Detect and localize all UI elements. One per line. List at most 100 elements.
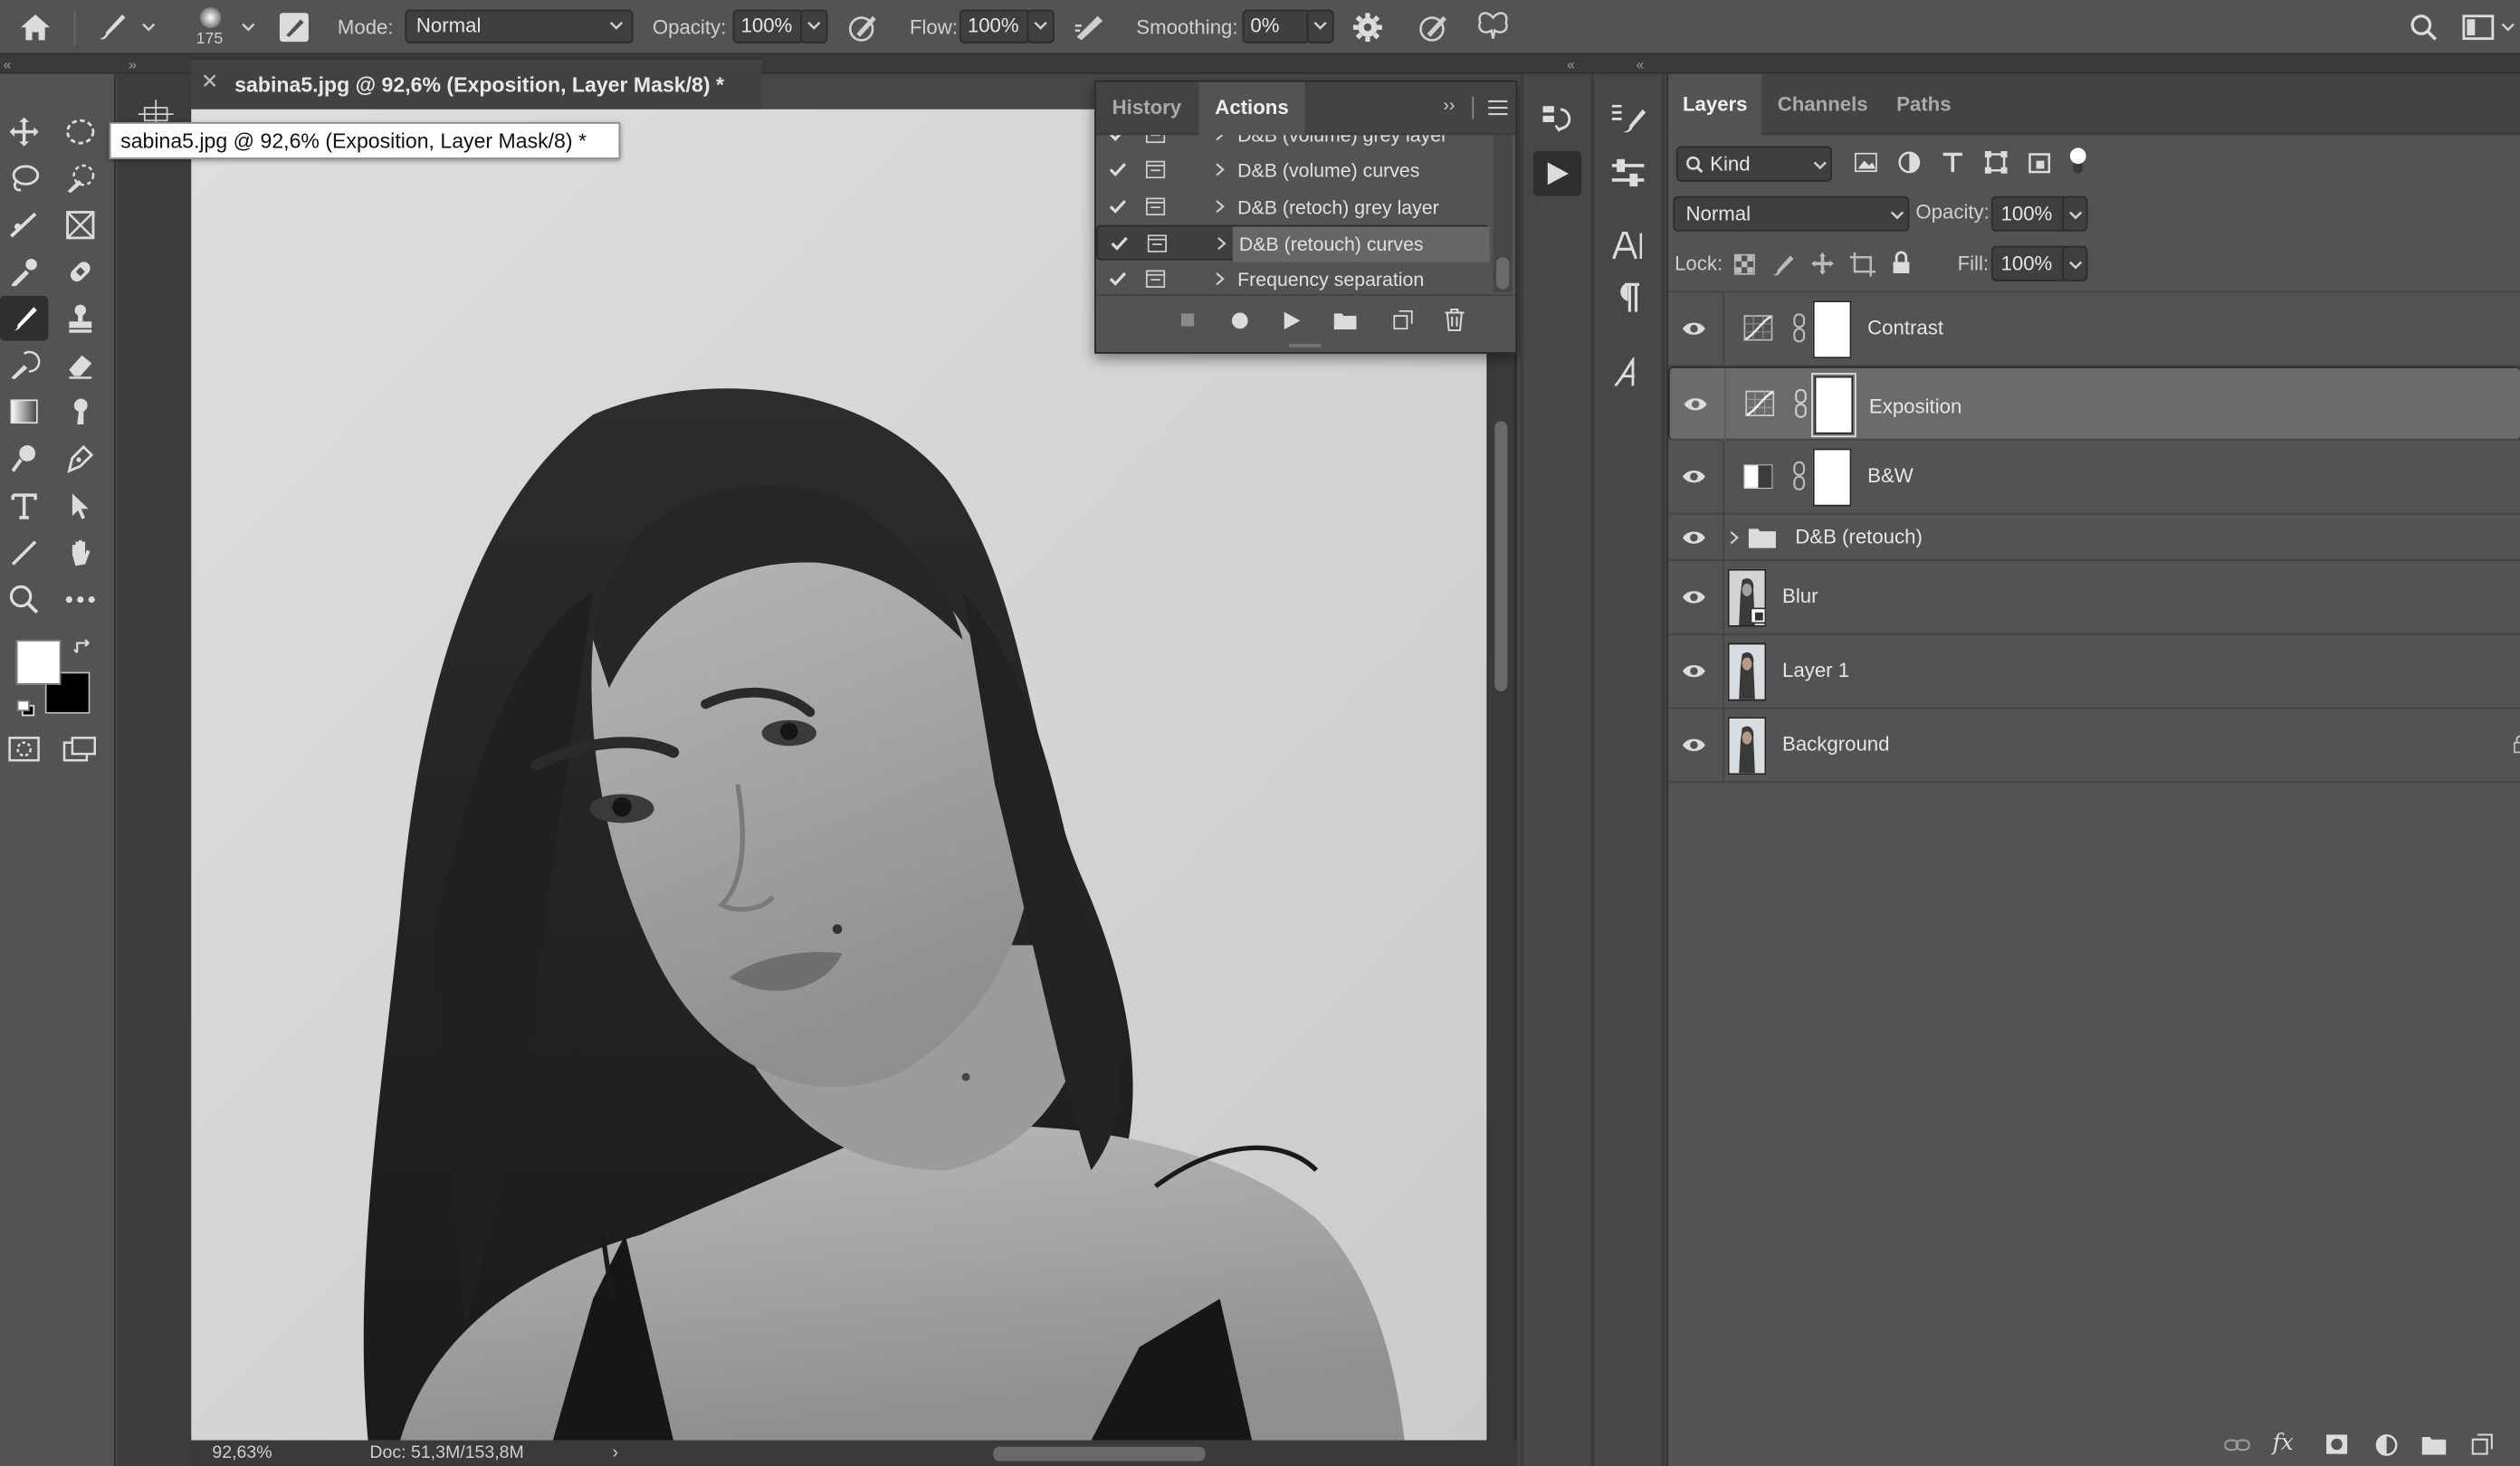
- chevron-right-icon[interactable]: [1217, 236, 1227, 251]
- action-row[interactable]: D&B (retoch) grey layer: [1096, 190, 1490, 225]
- filter-toggle-icon[interactable]: [2068, 147, 2087, 176]
- fill-input[interactable]: 100%: [1990, 245, 2069, 281]
- pen-tool-icon[interactable]: [56, 435, 104, 481]
- opacity-dropdown[interactable]: [800, 9, 828, 43]
- link-layers-icon[interactable]: [2224, 1437, 2250, 1453]
- opacity-input[interactable]: 100%: [732, 9, 804, 43]
- type-tool-icon[interactable]: [0, 484, 48, 529]
- new-group-icon[interactable]: [2421, 1435, 2447, 1455]
- brush-settings-icon[interactable]: [1604, 97, 1652, 142]
- check-icon[interactable]: [1109, 199, 1127, 214]
- more-tools-icon[interactable]: [56, 577, 104, 623]
- link-icon[interactable]: [1792, 313, 1807, 343]
- brush-settings-panel-icon[interactable]: [276, 10, 311, 45]
- glyphs-panel-icon[interactable]: [1604, 350, 1652, 395]
- layer-name[interactable]: B&W: [1867, 464, 1914, 487]
- chevron-down-icon[interactable]: [138, 19, 158, 35]
- line-tool-icon[interactable]: [0, 530, 48, 576]
- frame-tool-icon[interactable]: [56, 203, 104, 248]
- filter-type-icon[interactable]: [1942, 151, 1964, 174]
- link-icon[interactable]: [1792, 461, 1807, 490]
- actions-scroll-thumb[interactable]: [1495, 257, 1510, 290]
- action-row[interactable]: D&B (volume) grey layer: [1096, 135, 1490, 153]
- add-mask-icon[interactable]: [2325, 1433, 2348, 1454]
- move-tool-icon[interactable]: [0, 109, 48, 155]
- eyedropper-icon[interactable]: [0, 249, 48, 294]
- layer-row-selected[interactable]: Exposition: [1667, 366, 2520, 443]
- workspace-icon[interactable]: [2459, 10, 2498, 45]
- filter-pixel-icon[interactable]: [1854, 152, 1877, 173]
- horizontal-scroll-thumb[interactable]: [993, 1446, 1206, 1461]
- healing-brush-icon[interactable]: [56, 249, 104, 294]
- quick-selection-icon[interactable]: [56, 156, 104, 201]
- collapse-left-icon[interactable]: ‹‹: [1567, 54, 1575, 73]
- elliptical-marquee-icon[interactable]: [56, 109, 104, 155]
- quick-mask-icon[interactable]: [0, 727, 48, 772]
- chevron-down-icon[interactable]: [238, 19, 257, 35]
- lock-pixels-icon[interactable]: [1771, 252, 1796, 277]
- layer-row[interactable]: Background: [1667, 709, 2520, 784]
- eye-icon[interactable]: [1681, 319, 1706, 338]
- flow-input[interactable]: 100%: [959, 9, 1031, 43]
- eye-icon[interactable]: [1681, 588, 1706, 606]
- pressure-opacity-icon[interactable]: [845, 10, 881, 45]
- smudge-tool-icon[interactable]: [56, 389, 104, 434]
- layer-name[interactable]: Contrast: [1867, 317, 1943, 339]
- dialog-toggle-icon[interactable]: [1145, 197, 1166, 216]
- layer-name[interactable]: Exposition: [1869, 392, 1962, 423]
- swap-colors-icon[interactable]: [73, 638, 93, 657]
- new-action-icon[interactable]: [1393, 309, 1413, 330]
- zoom-level[interactable]: 92,63%: [212, 1441, 272, 1466]
- layer-mask-thumbnail[interactable]: [1814, 376, 1854, 434]
- lock-artboard-icon[interactable]: [1849, 252, 1876, 277]
- layer-opacity-dropdown[interactable]: [2061, 195, 2088, 232]
- brush-tip-icon[interactable]: [196, 6, 225, 29]
- record-icon[interactable]: [1231, 312, 1249, 330]
- panel-expand-icon[interactable]: ››: [1443, 97, 1455, 116]
- layer-mask-thumbnail[interactable]: [1812, 300, 1852, 359]
- tab-channels[interactable]: Channels: [1763, 74, 1883, 136]
- collapse-left-icon[interactable]: ‹‹: [1636, 54, 1644, 73]
- play-icon[interactable]: [1284, 311, 1301, 330]
- filter-smart-object-icon[interactable]: [2028, 151, 2051, 174]
- layer-name[interactable]: Blur: [1782, 585, 1818, 608]
- symmetry-butterfly-icon[interactable]: [1472, 10, 1513, 45]
- layer-thumbnail[interactable]: [1727, 643, 1767, 701]
- link-icon[interactable]: [1793, 388, 1808, 418]
- screen-mode-icon[interactable]: [56, 727, 104, 772]
- filter-adjustment-icon[interactable]: [1898, 151, 1921, 174]
- resize-grip[interactable]: [1288, 344, 1322, 347]
- panel-menu-icon[interactable]: [1488, 100, 1508, 116]
- home-icon[interactable]: [16, 10, 55, 45]
- actions-scrollbar[interactable]: [1493, 135, 1513, 293]
- tab-actions[interactable]: Actions: [1198, 81, 1305, 136]
- dodge-tool-icon[interactable]: [0, 435, 48, 481]
- chevron-down-icon[interactable]: [2497, 19, 2516, 35]
- layer-filter-select[interactable]: Kind: [1675, 146, 1833, 182]
- eye-icon[interactable]: [1683, 395, 1708, 414]
- layer-name[interactable]: Layer 1: [1782, 659, 1849, 681]
- layer-group-row[interactable]: D&B (retouch): [1667, 514, 2520, 561]
- adjustments-sliders-icon[interactable]: [1604, 151, 1652, 196]
- layer-thumbnail[interactable]: [1727, 717, 1767, 776]
- stop-icon[interactable]: [1180, 313, 1195, 327]
- dialog-toggle-icon[interactable]: [1147, 234, 1168, 252]
- eye-icon[interactable]: [1681, 737, 1706, 755]
- action-row[interactable]: D&B (volume) curves: [1096, 153, 1490, 188]
- dialog-toggle-icon[interactable]: [1145, 160, 1166, 179]
- lock-position-icon[interactable]: [1809, 251, 1835, 276]
- smoothing-input[interactable]: 0%: [1242, 9, 1311, 43]
- character-panel-icon[interactable]: [1604, 224, 1652, 269]
- collapse-left-icon[interactable]: ‹‹: [4, 54, 12, 73]
- layer-row[interactable]: Layer 1: [1667, 634, 2520, 709]
- hand-tool-icon[interactable]: [56, 530, 104, 576]
- lasso-tool-icon[interactable]: [0, 156, 48, 201]
- blend-mode-select[interactable]: Normal: [1673, 195, 1910, 232]
- chevron-right-icon[interactable]: [1729, 530, 1739, 545]
- eye-icon[interactable]: [1681, 468, 1706, 486]
- brush-preset-icon[interactable]: [90, 8, 131, 47]
- layer-row[interactable]: B&W: [1667, 440, 2520, 515]
- check-icon[interactable]: [1109, 162, 1127, 177]
- eraser-icon[interactable]: [56, 342, 104, 387]
- layer-opacity-input[interactable]: 100%: [1990, 195, 2069, 232]
